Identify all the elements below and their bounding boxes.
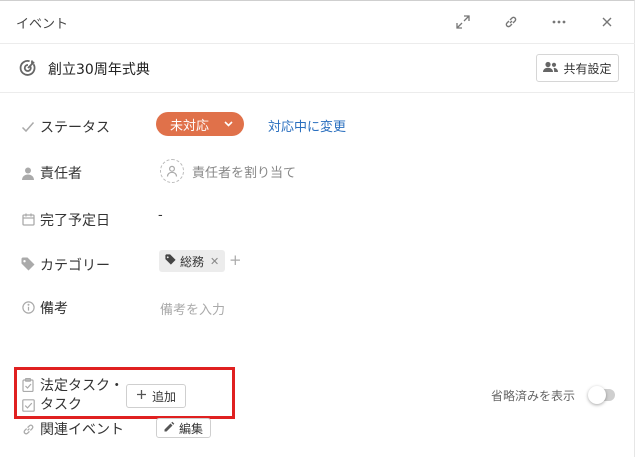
close-icon[interactable]	[598, 13, 616, 31]
people-icon	[543, 61, 559, 76]
legal-tasks-label: 法定タスク・ タスク	[40, 377, 124, 415]
edit-related-event-button[interactable]: 編集	[156, 418, 211, 438]
tag-remove-icon[interactable]: ✕	[210, 255, 219, 268]
person-icon	[20, 165, 36, 181]
info-icon	[20, 299, 36, 315]
assign-owner-link[interactable]: 責任者を割り当て	[192, 162, 296, 181]
expand-icon[interactable]	[454, 13, 472, 31]
user-outline-icon	[166, 162, 178, 181]
plus-icon	[136, 389, 147, 403]
show-completed-label: 省略済みを表示	[491, 389, 576, 403]
legal-tasks-label-line1: 法定タスク・	[40, 378, 124, 394]
header-divider	[0, 43, 635, 44]
chevron-down-icon	[223, 118, 234, 129]
pencil-icon	[164, 421, 175, 435]
category-tag-text: 総務	[180, 254, 205, 269]
related-event-label: 関連イベント	[40, 422, 124, 438]
target-icon	[18, 58, 38, 78]
chain-link-icon	[20, 421, 36, 437]
change-status-link[interactable]: 対応中に変更	[268, 116, 346, 135]
tag-small-icon	[165, 254, 176, 268]
add-task-label: 追加	[151, 389, 176, 404]
category-tag: 総務 ✕	[159, 250, 226, 272]
checkbox-checked-icon	[20, 397, 36, 413]
due-date-value[interactable]: -	[158, 208, 163, 223]
status-label: ステータス	[40, 120, 110, 136]
title-divider	[0, 92, 635, 93]
status-dropdown[interactable]: 未対応	[156, 112, 244, 136]
share-settings-button[interactable]: 共有設定	[536, 54, 619, 82]
clipboard-check-icon	[20, 377, 36, 393]
status-value: 未対応	[170, 118, 210, 134]
calendar-icon	[20, 211, 36, 227]
edit-label: 編集	[178, 421, 203, 436]
event-detail-panel: イベント 創立30周年式典 共有設定 ステータス 未対応 対応中に変更 責任者 …	[0, 0, 635, 457]
assignee-avatar-placeholder[interactable]	[160, 159, 184, 183]
memo-label: 備考	[40, 301, 68, 317]
legal-tasks-label-line2: タスク	[40, 397, 82, 413]
share-settings-label: 共有設定	[563, 61, 612, 76]
toggle-knob	[588, 386, 606, 404]
panel-header-title: イベント	[16, 17, 69, 32]
category-label: カテゴリー	[40, 258, 110, 274]
add-task-button[interactable]: 追加	[126, 384, 186, 408]
more-icon[interactable]	[550, 13, 568, 31]
link-icon[interactable]	[502, 13, 520, 31]
event-title: 創立30周年式典	[48, 62, 150, 78]
memo-input[interactable]: 備考を入力	[160, 299, 225, 318]
show-completed-toggle[interactable]	[588, 386, 615, 404]
add-category-button[interactable]: +	[229, 251, 242, 269]
due-date-label: 完了予定日	[40, 213, 110, 229]
assignee-label: 責任者	[40, 166, 82, 182]
check-icon	[20, 119, 36, 135]
tag-icon	[20, 256, 36, 272]
